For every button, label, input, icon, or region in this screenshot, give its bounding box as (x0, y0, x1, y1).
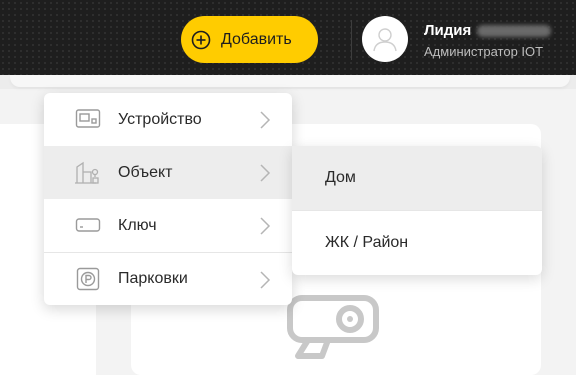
chevron-right-icon (258, 163, 272, 183)
toolbar-card (10, 75, 570, 87)
submenu-item-label: Дом (325, 169, 356, 186)
menu-item-label: Ключ (118, 216, 157, 234)
add-button[interactable]: Добавить (181, 16, 318, 63)
menu-item-parking[interactable]: Парковки (44, 252, 292, 305)
menu-item-device[interactable]: Устройство (44, 93, 292, 146)
avatar[interactable] (362, 16, 408, 62)
key-card-icon (74, 213, 102, 237)
building-icon (74, 160, 102, 184)
menu-item-label: Парковки (118, 270, 188, 287)
submenu-item-house[interactable]: Дом (292, 146, 542, 210)
chevron-right-icon (258, 270, 272, 290)
parking-icon (74, 267, 102, 291)
menu-item-label: Объект (118, 163, 173, 181)
chevron-right-icon (258, 110, 272, 130)
header-divider (351, 20, 352, 60)
camera-icon (284, 290, 386, 362)
top-header: Добавить Лидия Администратор IOT (0, 0, 576, 75)
menu-item-key[interactable]: Ключ (44, 199, 292, 252)
chevron-right-icon (258, 216, 272, 236)
device-icon (74, 107, 102, 131)
submenu-item-complex-district[interactable]: ЖК / Район (292, 210, 542, 274)
add-dropdown-menu: Устройство Объект Ключ Парковки (44, 93, 292, 305)
user-icon (373, 28, 397, 52)
menu-item-object[interactable]: Объект (44, 146, 292, 199)
user-name[interactable]: Лидия (424, 22, 552, 39)
object-submenu: Дом ЖК / Район (292, 146, 542, 275)
add-button-label: Добавить (221, 30, 292, 48)
submenu-item-label: ЖК / Район (325, 233, 409, 251)
plus-circle-icon (191, 30, 211, 50)
menu-item-label: Устройство (118, 110, 202, 128)
user-first-name: Лидия (424, 22, 472, 39)
user-surname-redacted (477, 24, 552, 37)
user-role: Администратор IOT (424, 44, 544, 59)
